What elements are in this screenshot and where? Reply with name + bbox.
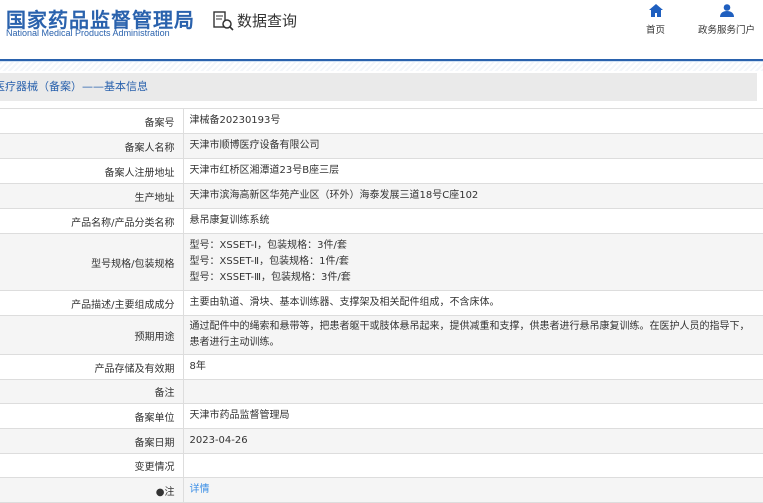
row-value: 2023-04-26 — [183, 428, 763, 454]
row-label: 备案号 — [0, 108, 184, 134]
search-document-icon — [213, 10, 234, 31]
spec-line: 型号：XSSET-Ⅲ，包装规格：3件/套 — [189, 272, 351, 283]
spec-line: 型号：XSSET-Ⅱ，包装规格：1件/套 — [189, 256, 349, 267]
logo-subtitle: National Medical Products Administration — [6, 28, 170, 38]
table-row: 变更情况 — [0, 453, 763, 478]
row-value — [183, 379, 763, 404]
row-label: 变更情况 — [0, 453, 184, 478]
table-row: 产品描述/主要组成成分 主要由轨道、滑块、基本训练器、支撑架及相关配件组成，不含床… — [0, 290, 763, 316]
row-label: 备案人名称 — [0, 133, 184, 159]
row-value: 型号：XSSET-Ⅰ，包装规格：3件/套 型号：XSSET-Ⅱ，包装规格：1件/套… — [183, 233, 763, 291]
table-row: 备案人名称 天津市顺博医疗设备有限公司 — [0, 133, 763, 159]
row-value: 通过配件中的绳索和悬带等，把患者躯干或肢体悬吊起来，提供减重和支撑，供患者进行悬… — [183, 315, 763, 355]
value-text: 悬吊康复训练系统 — [189, 215, 270, 226]
row-label: 型号规格/包装规格 — [0, 233, 184, 291]
row-value: 主要由轨道、滑块、基本训练器、支撑架及相关配件组成，不含床体。 — [183, 290, 763, 316]
row-value: 津械备20230193号 — [183, 108, 763, 134]
row-label: 生产地址 — [0, 183, 184, 209]
value-text: 津械备20230193号 — [189, 115, 281, 126]
value-text: 主要由轨道、滑块、基本训练器、支撑架及相关配件组成，不含床体。 — [189, 297, 500, 308]
value-text: 8年 — [189, 361, 206, 372]
nav-service-label: 政务服务门户 — [698, 25, 756, 36]
row-label: 产品名称/产品分类名称 — [0, 208, 184, 234]
table-row: 预期用途 通过配件中的绳索和悬带等，把患者躯干或肢体悬吊起来，提供减重和支撑，供患… — [0, 315, 763, 355]
nav-home[interactable]: 首页 — [646, 4, 665, 36]
row-value: 悬吊康复训练系统 — [183, 208, 763, 234]
value-text: 天津市顺博医疗设备有限公司 — [189, 140, 320, 151]
table-row: 生产地址 天津市滨海高新区华苑产业区（环外）海泰发展三道18号C座102 — [0, 183, 763, 209]
spec-line: 型号：XSSET-Ⅰ，包装规格：3件/套 — [189, 240, 347, 251]
row-label: 备注 — [0, 379, 184, 404]
table-row: 备注 — [0, 379, 763, 404]
row-label: 备案日期 — [0, 428, 184, 454]
row-value: 8年 — [183, 354, 763, 380]
row-label: 备案人注册地址 — [0, 158, 184, 184]
table-row: 产品名称/产品分类名称 悬吊康复训练系统 — [0, 208, 763, 234]
table-row: 备案号 津械备20230193号 — [0, 108, 763, 134]
table-row: 备案日期 2023-04-26 — [0, 428, 763, 454]
nav-service-portal[interactable]: 政务服务门户 — [698, 4, 755, 36]
row-value — [183, 453, 763, 478]
value-text: 天津市滨海高新区华苑产业区（环外）海泰发展三道18号C座102 — [189, 190, 479, 201]
row-label: 产品描述/主要组成成分 — [0, 290, 184, 316]
decorative-stripe — [0, 62, 763, 71]
row-value: 详情 — [183, 477, 763, 503]
nav-home-label: 首页 — [646, 25, 666, 36]
row-value: 天津市红桥区湘潭道23号B座三层 — [183, 158, 763, 184]
row-label: 备案单位 — [0, 403, 184, 429]
table-row: 备案单位 天津市药品监督管理局 — [0, 403, 763, 429]
query-label: 数据查询 — [237, 12, 298, 30]
details-link[interactable]: 详情 — [190, 484, 210, 495]
table-row: 型号规格/包装规格 型号：XSSET-Ⅰ，包装规格：3件/套 型号：XSSET-Ⅱ，… — [0, 233, 763, 291]
table-row: 备案人注册地址 天津市红桥区湘潭道23号B座三层 — [0, 158, 763, 184]
section-title: 医疗器械（备案）——基本信息 — [0, 73, 757, 101]
row-label: 产品存储及有效期 — [0, 354, 184, 380]
row-value: 天津市滨海高新区华苑产业区（环外）海泰发展三道18号C座102 — [183, 183, 763, 209]
table-row: 产品存储及有效期 8年 — [0, 354, 763, 380]
row-value: 天津市药品监督管理局 — [183, 403, 763, 429]
value-text: 天津市药品监督管理局 — [189, 410, 290, 421]
row-value: 天津市顺博医疗设备有限公司 — [183, 133, 763, 159]
user-icon — [719, 4, 734, 17]
value-text: 通过配件中的绳索和悬带等，把患者躯干或肢体悬吊起来，提供减重和支撑，供患者进行悬… — [189, 321, 750, 348]
table-row: ●注 详情 — [0, 477, 763, 503]
info-table: 备案号 津械备20230193号 备案人名称 天津市顺博医疗设备有限公司 备案人注册地址… — [0, 108, 763, 503]
row-label: 预期用途 — [0, 315, 184, 355]
value-text: 天津市红桥区湘潭道23号B座三层 — [189, 165, 340, 176]
row-label: ●注 — [0, 477, 184, 503]
value-text: 2023-04-26 — [189, 435, 248, 446]
header: 国家药品监督管理局 National Medical Products Admi… — [0, 0, 763, 60]
home-icon — [648, 4, 663, 17]
data-query-title: 数据查询 — [213, 10, 297, 31]
